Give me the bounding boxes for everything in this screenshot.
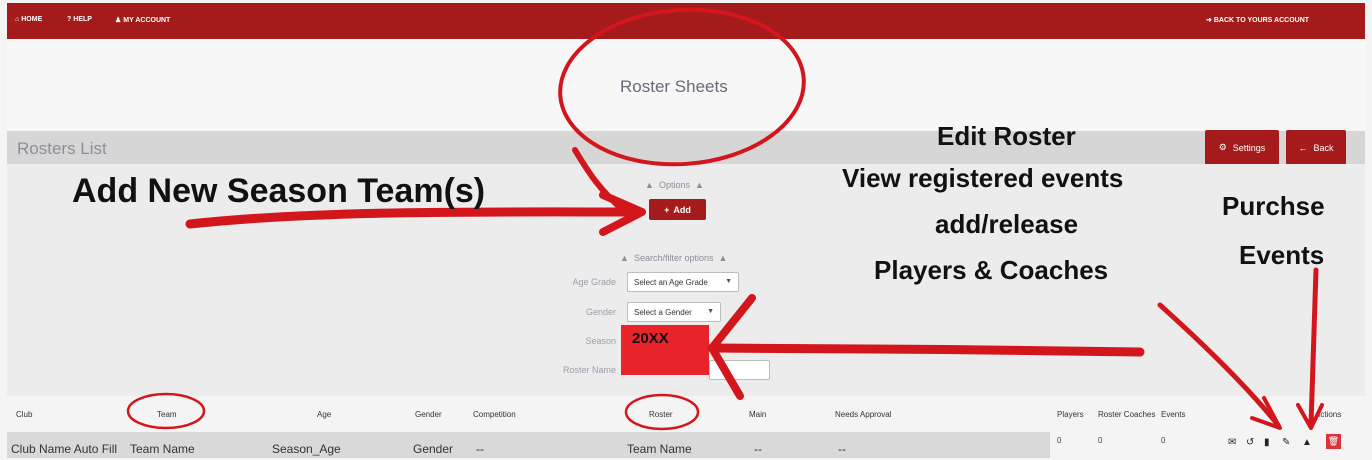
- search-filter-toggle[interactable]: ▲ Search/filter options ▲: [620, 253, 727, 263]
- back-button[interactable]: ← Back: [1286, 130, 1346, 165]
- nav-help-link[interactable]: ? HELP: [67, 16, 92, 23]
- annotation-edit-line4: Players & Coaches: [874, 255, 1109, 285]
- caret-up-icon: ▲: [620, 253, 629, 263]
- caret-up-icon: ▲: [645, 180, 654, 190]
- roster-name-input[interactable]: [709, 360, 770, 380]
- age-grade-value: Select an Age Grade: [634, 278, 708, 287]
- list-header-bar: [7, 131, 1365, 164]
- user-icon: ♟: [115, 17, 122, 24]
- cell-main: --: [754, 442, 762, 456]
- search-filter-label: Search/filter options: [633, 253, 714, 263]
- nav-account-link[interactable]: ♟ MY ACCOUNT: [115, 16, 170, 24]
- cell-team: Team Name: [130, 442, 195, 456]
- cell-roster[interactable]: Team Name: [627, 442, 692, 456]
- cart-icon[interactable]: ▲: [1302, 437, 1312, 448]
- cell-players: 0: [1057, 436, 1062, 445]
- th-needs-approval: Needs Approval: [835, 410, 892, 419]
- th-main: Main: [749, 410, 767, 419]
- edit-icon[interactable]: ✎: [1282, 437, 1290, 448]
- arrow-left-icon: ←: [1298, 142, 1308, 153]
- cell-needs-approval: --: [838, 442, 846, 456]
- caret-up-icon: ▲: [718, 253, 728, 263]
- add-button[interactable]: + Add: [649, 199, 706, 220]
- annotation-edit-line1: Edit Roster: [937, 121, 1076, 151]
- cell-age: Season_Age: [272, 442, 341, 456]
- caret-up-icon: ▲: [694, 180, 704, 190]
- gender-select[interactable]: Select a Gender ▼: [627, 302, 721, 322]
- nav-home-label: HOME: [21, 16, 43, 23]
- age-grade-select[interactable]: Select an Age Grade ▼: [627, 272, 739, 292]
- options-label: Options: [658, 180, 690, 190]
- settings-button[interactable]: ⚙ Settings: [1205, 130, 1279, 165]
- cell-roster-coaches: 0: [1098, 436, 1103, 445]
- gender-value: Select a Gender: [634, 308, 692, 317]
- sign-in-icon: ➜: [1206, 17, 1212, 24]
- annotation-add-team: Add New Season Team(s): [72, 172, 486, 210]
- annotation-edit-line3: add/release: [935, 209, 1079, 239]
- page-title: Roster Sheets: [620, 77, 728, 96]
- th-gender: Gender: [415, 410, 442, 419]
- annotation-purchase-line1: Purchse: [1222, 191, 1325, 221]
- clipboard-icon[interactable]: ▮: [1264, 437, 1270, 448]
- nav-back-account-link[interactable]: ➜ BACK TO YOURS ACCOUNT: [1206, 16, 1309, 24]
- th-events: Events: [1161, 410, 1186, 419]
- cell-events: 0: [1161, 436, 1166, 445]
- annotation-edit-line2: View registered events: [842, 163, 1124, 193]
- th-players: Players: [1057, 410, 1084, 419]
- page: ⌂ HOME ? HELP ♟ MY ACCOUNT ➜ BACK TO YOURS A…: [0, 0, 1372, 460]
- plus-icon: +: [664, 204, 670, 215]
- season-label: Season: [585, 336, 616, 346]
- roster-name-label: Roster Name: [562, 365, 616, 375]
- envelope-icon[interactable]: ✉: [1228, 437, 1236, 448]
- nav-account-label: MY ACCOUNT: [123, 17, 171, 24]
- add-label: Add: [673, 204, 691, 215]
- season-value: 20XX: [632, 330, 669, 347]
- gender-label: Gender: [585, 307, 616, 317]
- home-icon: ⌂: [15, 16, 20, 23]
- cell-competition: --: [476, 442, 484, 456]
- delete-button[interactable]: 🗑: [1326, 434, 1341, 449]
- th-actions: Actions: [1315, 410, 1342, 419]
- history-icon[interactable]: ↺: [1246, 437, 1254, 448]
- th-club: Club: [16, 410, 33, 419]
- nav-home-link[interactable]: ⌂ HOME: [15, 16, 42, 23]
- options-toggle[interactable]: ▲ Options ▲: [645, 180, 704, 190]
- th-age: Age: [317, 410, 332, 419]
- top-nav-bar: ⌂ HOME ? HELP ♟ MY ACCOUNT ➜ BACK TO YOURS A…: [7, 3, 1365, 39]
- th-roster: Roster: [649, 410, 673, 419]
- nav-help-label: HELP: [73, 16, 92, 23]
- settings-label: Settings: [1232, 142, 1266, 153]
- trash-icon: 🗑: [1327, 436, 1340, 446]
- nav-back-account-label: BACK TO YOURS ACCOUNT: [1213, 17, 1310, 24]
- annotation-purchase-line2: Events: [1239, 240, 1325, 270]
- th-team: Team: [157, 410, 177, 419]
- gear-icon: ⚙: [1218, 142, 1227, 152]
- back-label: Back: [1313, 142, 1334, 153]
- list-title: Rosters List: [17, 139, 107, 158]
- th-roster-coaches: Roster Coaches: [1098, 410, 1156, 419]
- caret-down-icon: ▼: [707, 308, 714, 315]
- question-icon: ?: [67, 16, 72, 23]
- caret-down-icon: ▼: [725, 278, 732, 285]
- th-competition: Competition: [473, 410, 516, 419]
- age-grade-label: Age Grade: [572, 277, 616, 287]
- cell-gender: Gender: [413, 442, 454, 456]
- cell-club: Club Name Auto Fill: [11, 442, 118, 456]
